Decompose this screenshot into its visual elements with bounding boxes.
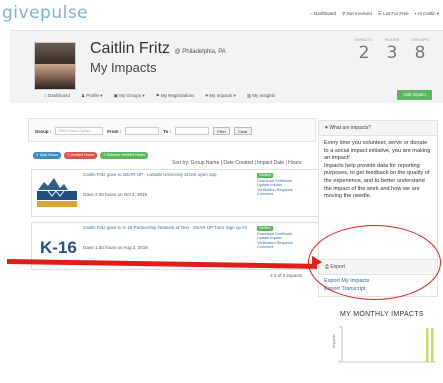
from-date-input[interactable] xyxy=(125,127,160,135)
impact-title[interactable]: Caitlin Fritz gave to GEAR UP - LaSalle … xyxy=(83,172,261,178)
top-nav: ⌂ Dashboard ⚲ Get Involved ☰ List For Fr… xyxy=(310,11,439,17)
update-impact-link[interactable]: Update Impact xyxy=(257,183,282,187)
filter-panel: Group : Select Some Options From : To : … xyxy=(28,118,316,142)
top-nav-user-menu[interactable]: ▪ Hi Caitlin ▾ xyxy=(415,11,439,17)
stat-groups: GROUPS 8 xyxy=(411,37,429,63)
impact-actions: Verified Download Certificate Update Imp… xyxy=(257,226,301,250)
verified-badge: Verified xyxy=(257,173,273,178)
profile-location: @ Philadelphia, PA xyxy=(174,49,226,55)
monthly-impacts-chart: 1 0 Impacts xyxy=(331,325,436,369)
nav-my-insights[interactable]: ▥ My Insights xyxy=(247,93,275,99)
clear-button[interactable]: Clear xyxy=(234,127,252,135)
sort-by[interactable]: Sort by: Group Name | Date Created | Imp… xyxy=(172,160,302,166)
to-label: To : xyxy=(163,128,172,134)
to-date-input[interactable] xyxy=(175,127,210,135)
nav-profile[interactable]: ♟ Profile ▾ xyxy=(81,93,103,99)
group-label: Group : xyxy=(35,128,52,134)
chart-bar xyxy=(431,328,434,362)
red-circle-annotation xyxy=(308,225,441,300)
pagination-info: 1-2 of 2 impacts xyxy=(270,273,303,278)
svg-text:1: 1 xyxy=(339,325,341,329)
lasalle-logo-image xyxy=(34,174,80,210)
comment-link[interactable]: Comment xyxy=(257,192,273,196)
update-impact-link[interactable]: Update Impact xyxy=(257,236,282,240)
monthly-impacts-title: MY MONTHLY IMPACTS xyxy=(340,311,424,318)
stat-impacts: IMPACTS 2 xyxy=(355,37,373,63)
total-hours-badge: 3 Total Hours xyxy=(33,152,62,159)
network-verified-badge: 3 Network Verified Hours xyxy=(100,152,149,159)
nav-dashboard[interactable]: ⌂ Dashboard xyxy=(44,93,70,98)
impact-given: Gave 2.00 hours on Oct 4, 2016 xyxy=(83,192,148,197)
impact-given: Gave 1.00 hours on Aug 2, 2016 xyxy=(83,245,148,250)
chart-y-label: Impacts xyxy=(331,334,336,348)
download-certificate-link[interactable]: Download Certificate xyxy=(257,232,292,236)
top-nav-list-for-free[interactable]: ☰ List For Free xyxy=(378,11,409,17)
page-title: My Impacts xyxy=(90,60,157,75)
top-nav-get-involved[interactable]: ⚲ Get Involved xyxy=(342,11,372,17)
profile-name: Caitlin Fritz @ Philadelphia, PA xyxy=(90,40,226,57)
comment-link[interactable]: Comment xyxy=(257,245,273,249)
svg-text:K-16: K-16 xyxy=(40,238,77,257)
svg-text:0: 0 xyxy=(339,360,341,364)
what-are-impacts-body: Every time you volunteer, serve or donat… xyxy=(324,140,431,200)
nav-my-registrations[interactable]: ⚑ My Registrations xyxy=(156,93,195,99)
givepulse-logo[interactable]: givepulse xyxy=(2,3,88,23)
profile-nav: ⌂ Dashboard ♟ Profile ▾ ▣ My Groups ▾ ⚑ … xyxy=(10,88,443,103)
add-impact-button[interactable]: Add Impact xyxy=(397,90,432,100)
impact-title[interactable]: Caitlin Fritz gave to K-16 Partnership N… xyxy=(83,225,261,231)
chart-bar xyxy=(426,328,429,362)
verification-requests-link[interactable]: Verification Requests xyxy=(257,188,293,192)
stat-hours: HOURS 3 xyxy=(384,37,400,63)
group-select[interactable]: Select Some Options xyxy=(55,127,104,135)
impact-card: Caitlin Fritz gave to GEAR UP - LaSalle … xyxy=(31,169,330,217)
verified-hours-badge: 0 Verified Hours xyxy=(64,152,98,159)
what-are-impacts-heading: ♥ What are impacts? xyxy=(319,121,437,136)
k16-logo-image: K-16 xyxy=(34,227,80,263)
top-nav-dashboard[interactable]: ⌂ Dashboard xyxy=(310,11,336,17)
hours-badges: 3 Total Hours 0 Verified Hours 3 Network… xyxy=(33,152,149,159)
verified-badge: Verified xyxy=(257,226,273,231)
download-certificate-link[interactable]: Download Certificate xyxy=(257,179,292,183)
filter-button[interactable]: Filter xyxy=(213,127,231,135)
nav-my-impacts[interactable]: ♥ My Impacts ▾ xyxy=(205,93,235,99)
profile-photo xyxy=(34,42,76,90)
nav-my-groups[interactable]: ▣ My Groups ▾ xyxy=(114,93,145,99)
verification-requests-link[interactable]: Verification Requests xyxy=(257,241,293,245)
stats: IMPACTS 2 HOURS 3 GROUPS 8 xyxy=(353,37,431,63)
from-label: From : xyxy=(107,128,122,134)
top-bar: givepulse ⌂ Dashboard ⚲ Get Involved ☰ L… xyxy=(0,0,443,30)
impact-actions: Verified Download Certificate Update Imp… xyxy=(257,173,301,197)
